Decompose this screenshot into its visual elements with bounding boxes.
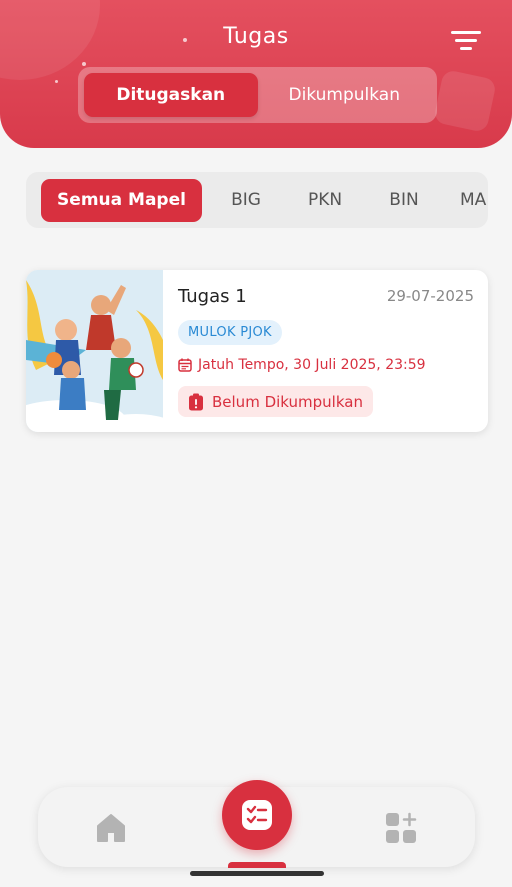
sports-illustration (26, 270, 176, 432)
subject-chip-big[interactable]: BIG (202, 179, 290, 222)
assignment-card[interactable]: Tugas 1 29-07-2025 MULOK PJOK Jatuh Temp… (26, 270, 488, 432)
filter-button[interactable] (446, 26, 486, 54)
subject-tag: MULOK PJOK (178, 320, 282, 345)
status-badge: Belum Dikumpulkan (178, 386, 373, 417)
status-tabs: Ditugaskan Dikumpulkan (78, 67, 437, 123)
due-date-text: Jatuh Tempo, 30 Juli 2025, 23:59 (198, 357, 426, 373)
nav-home[interactable] (94, 811, 128, 845)
home-icon (97, 814, 125, 842)
header: Tugas Ditugaskan Dikumpulkan (0, 0, 512, 148)
alert-clipboard-icon (189, 393, 203, 410)
page-title: Tugas (223, 24, 289, 49)
subject-chip-ma[interactable]: MA (448, 179, 488, 222)
assignment-date: 29-07-2025 (386, 287, 474, 305)
task-list-icon (242, 800, 272, 830)
subject-chip-pkn[interactable]: PKN (290, 179, 360, 222)
tab-dikumpulkan[interactable]: Dikumpulkan (258, 73, 432, 117)
active-tab-indicator (228, 862, 286, 868)
tab-ditugaskan[interactable]: Ditugaskan (84, 73, 258, 117)
nav-tasks[interactable] (222, 780, 292, 850)
due-date: Jatuh Tempo, 30 Juli 2025, 23:59 (178, 357, 426, 373)
filter-icon (455, 38, 477, 42)
subject-chip-bin[interactable]: BIN (360, 179, 448, 222)
calendar-icon (178, 358, 192, 372)
filter-icon (460, 46, 472, 50)
status-text: Belum Dikumpulkan (212, 392, 363, 411)
filter-icon (451, 30, 481, 34)
header-decoration (432, 68, 498, 134)
subject-filter-bar: Semua Mapel BIG PKN BIN MA (26, 172, 488, 228)
assignment-thumbnail (26, 270, 176, 432)
sparkle (55, 80, 58, 83)
sparkle (82, 62, 86, 66)
home-indicator-bar (190, 871, 324, 876)
nav-apps[interactable] (384, 811, 418, 845)
subject-chip-all[interactable]: Semua Mapel (41, 178, 202, 222)
assignment-title: Tugas 1 (178, 286, 247, 307)
apps-add-icon (386, 812, 417, 843)
